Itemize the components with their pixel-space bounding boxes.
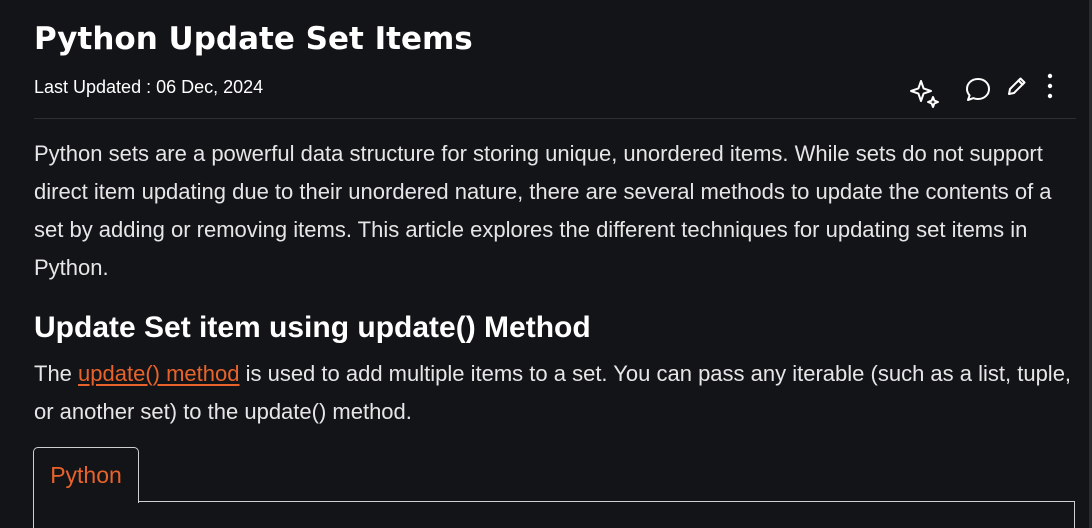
last-updated-label: Last Updated :	[34, 77, 157, 97]
comment-icon[interactable]	[964, 76, 992, 104]
page-title: Python Update Set Items	[34, 21, 473, 57]
last-updated: Last Updated : 06 Dec, 2024	[34, 76, 263, 98]
section-paragraph: The update() method is used to add multi…	[34, 355, 1079, 431]
sparkle-ai-icon[interactable]	[908, 76, 942, 110]
last-updated-date: 06 Dec, 2024	[156, 77, 264, 97]
header-divider	[34, 118, 1076, 119]
more-vertical-icon[interactable]	[1045, 72, 1055, 100]
intro-paragraph: Python sets are a powerful data structur…	[34, 141, 1052, 280]
update-method-link[interactable]: update() method	[78, 361, 239, 386]
pencil-edit-icon[interactable]	[1006, 75, 1028, 97]
section-para-prefix: The	[34, 361, 79, 386]
article-toolbar	[900, 70, 1070, 110]
section-heading: Update Set item using update() Method	[34, 311, 591, 344]
code-tab-python[interactable]: Python	[33, 447, 139, 503]
code-block-panel	[33, 501, 1075, 528]
article-container: Python Update Set Items Last Updated : 0…	[0, 0, 1092, 528]
